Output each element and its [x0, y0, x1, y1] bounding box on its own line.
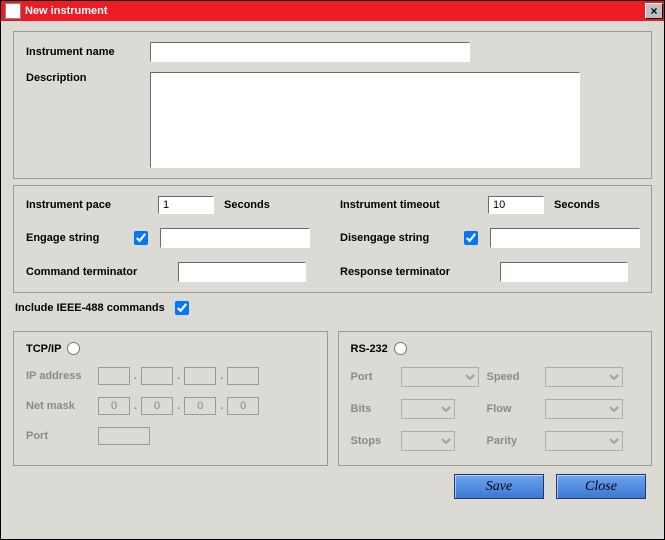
- description-label: Description: [26, 72, 150, 84]
- tcp-port-label: Port: [26, 430, 98, 442]
- tcp-port-input[interactable]: [98, 427, 150, 445]
- close-button[interactable]: Close: [556, 474, 646, 499]
- engage-input[interactable]: [160, 228, 310, 248]
- dot-icon: .: [177, 370, 180, 382]
- pace-unit: Seconds: [224, 199, 270, 211]
- dot-icon: .: [134, 400, 137, 412]
- window-title: New instrument: [25, 5, 645, 17]
- mask-octet-1[interactable]: [98, 397, 130, 415]
- group-timing: Instrument pace Seconds Instrument timeo…: [13, 185, 652, 293]
- ip-octets: . . .: [98, 367, 315, 385]
- ip-octet-3[interactable]: [184, 367, 216, 385]
- dot-icon: .: [220, 370, 223, 382]
- close-icon[interactable]: ×: [645, 3, 663, 19]
- footer: Save Close: [13, 472, 652, 499]
- tcpip-radio[interactable]: [67, 342, 80, 355]
- rs-stops-select[interactable]: [401, 431, 455, 451]
- engage-label: Engage string: [26, 232, 134, 244]
- mask-octet-4[interactable]: [227, 397, 259, 415]
- rs232-title: RS-232: [351, 343, 388, 355]
- rs232-radio[interactable]: [394, 342, 407, 355]
- rs-bits-label: Bits: [351, 403, 393, 415]
- pace-label: Instrument pace: [26, 199, 158, 211]
- rs-speed-label: Speed: [487, 371, 537, 383]
- tcpip-title: TCP/IP: [26, 343, 61, 355]
- cmdterm-label: Command terminator: [26, 266, 178, 278]
- rs-port-select[interactable]: [401, 367, 479, 387]
- ip-octet-1[interactable]: [98, 367, 130, 385]
- dot-icon: .: [220, 400, 223, 412]
- ip-octet-2[interactable]: [141, 367, 173, 385]
- disengage-input[interactable]: [490, 228, 640, 248]
- engage-checkbox[interactable]: [134, 231, 148, 245]
- respterm-input[interactable]: [500, 262, 628, 282]
- timeout-label: Instrument timeout: [340, 199, 488, 211]
- group-identity: Instrument name Description: [13, 31, 652, 179]
- rs-bits-select[interactable]: [401, 399, 455, 419]
- timeout-unit: Seconds: [554, 199, 600, 211]
- rs-parity-label: Parity: [487, 435, 537, 447]
- instrument-name-label: Instrument name: [26, 46, 150, 58]
- cmdterm-input[interactable]: [178, 262, 306, 282]
- dot-icon: .: [134, 370, 137, 382]
- description-textarea[interactable]: [150, 72, 580, 168]
- app-icon: ◎: [5, 3, 21, 19]
- mask-octets: . . .: [98, 397, 315, 415]
- mask-octet-2[interactable]: [141, 397, 173, 415]
- dialog-window: ◎ New instrument × Instrument name Descr…: [0, 0, 665, 540]
- rs-stops-label: Stops: [351, 435, 393, 447]
- mask-octet-3[interactable]: [184, 397, 216, 415]
- dot-icon: .: [177, 400, 180, 412]
- disengage-label: Disengage string: [340, 232, 464, 244]
- group-rs232: RS-232 Port Speed Bits Flow Stops Parity: [338, 331, 653, 466]
- ip-label: IP address: [26, 370, 98, 382]
- rs-port-label: Port: [351, 371, 393, 383]
- connection-row: TCP/IP IP address . . . Net mask: [13, 331, 652, 466]
- content: Instrument name Description Instrument p…: [1, 21, 664, 539]
- mask-label: Net mask: [26, 400, 98, 412]
- ip-octet-4[interactable]: [227, 367, 259, 385]
- disengage-checkbox[interactable]: [464, 231, 478, 245]
- pace-input[interactable]: [158, 196, 214, 214]
- rs-flow-label: Flow: [487, 403, 537, 415]
- titlebar: ◎ New instrument ×: [1, 1, 664, 21]
- rs-speed-select[interactable]: [545, 367, 623, 387]
- respterm-label: Response terminator: [340, 266, 500, 278]
- group-tcpip: TCP/IP IP address . . . Net mask: [13, 331, 328, 466]
- rs-parity-select[interactable]: [545, 431, 623, 451]
- ieee-checkbox[interactable]: [175, 301, 189, 315]
- timeout-input[interactable]: [488, 196, 544, 214]
- save-button[interactable]: Save: [454, 474, 544, 499]
- instrument-name-input[interactable]: [150, 42, 470, 62]
- ieee-label: Include IEEE-488 commands: [15, 302, 165, 314]
- rs-flow-select[interactable]: [545, 399, 623, 419]
